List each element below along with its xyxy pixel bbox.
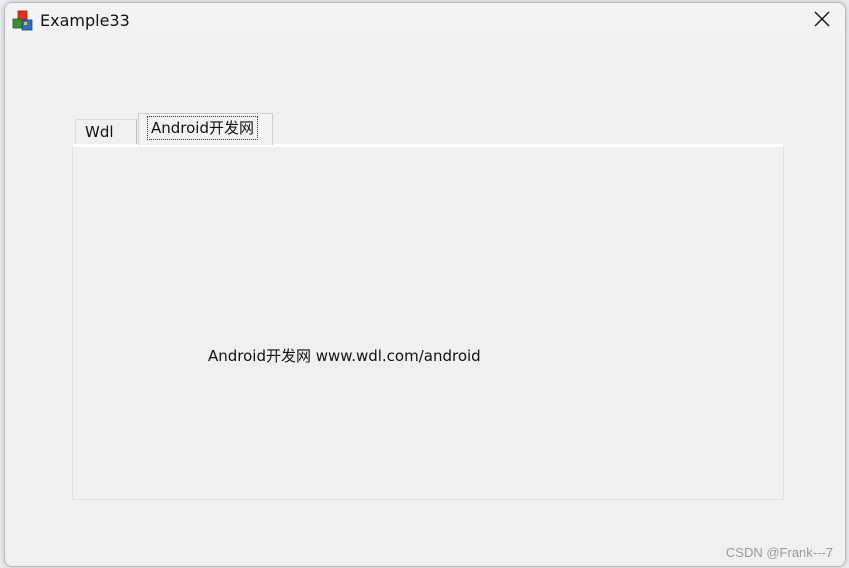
window-title: Example33 (40, 11, 130, 30)
panel-label: Android开发网 www.wdl.com/android (208, 347, 481, 365)
close-icon (814, 11, 830, 31)
client-area: Wdl Android开发网 Android开发网 www.wdl.com/an… (5, 39, 845, 566)
tab-wdl[interactable]: Wdl (75, 119, 137, 145)
desktop-background: Example33 Wdl Android开发网 Android开发网 www.… (0, 0, 849, 568)
title-bar[interactable]: Example33 (5, 3, 845, 39)
tab-android[interactable]: Android开发网 (138, 113, 273, 145)
app-blocks-icon (12, 10, 34, 32)
tab-panel: Android开发网 www.wdl.com/android (72, 144, 784, 500)
app-window: Example33 Wdl Android开发网 Android开发网 www.… (4, 2, 846, 567)
close-button[interactable] (799, 3, 845, 39)
tab-android-label: Android开发网 (147, 116, 258, 140)
watermark: CSDN @Frank---7 (725, 545, 833, 560)
tab-wdl-label: Wdl (85, 123, 114, 141)
